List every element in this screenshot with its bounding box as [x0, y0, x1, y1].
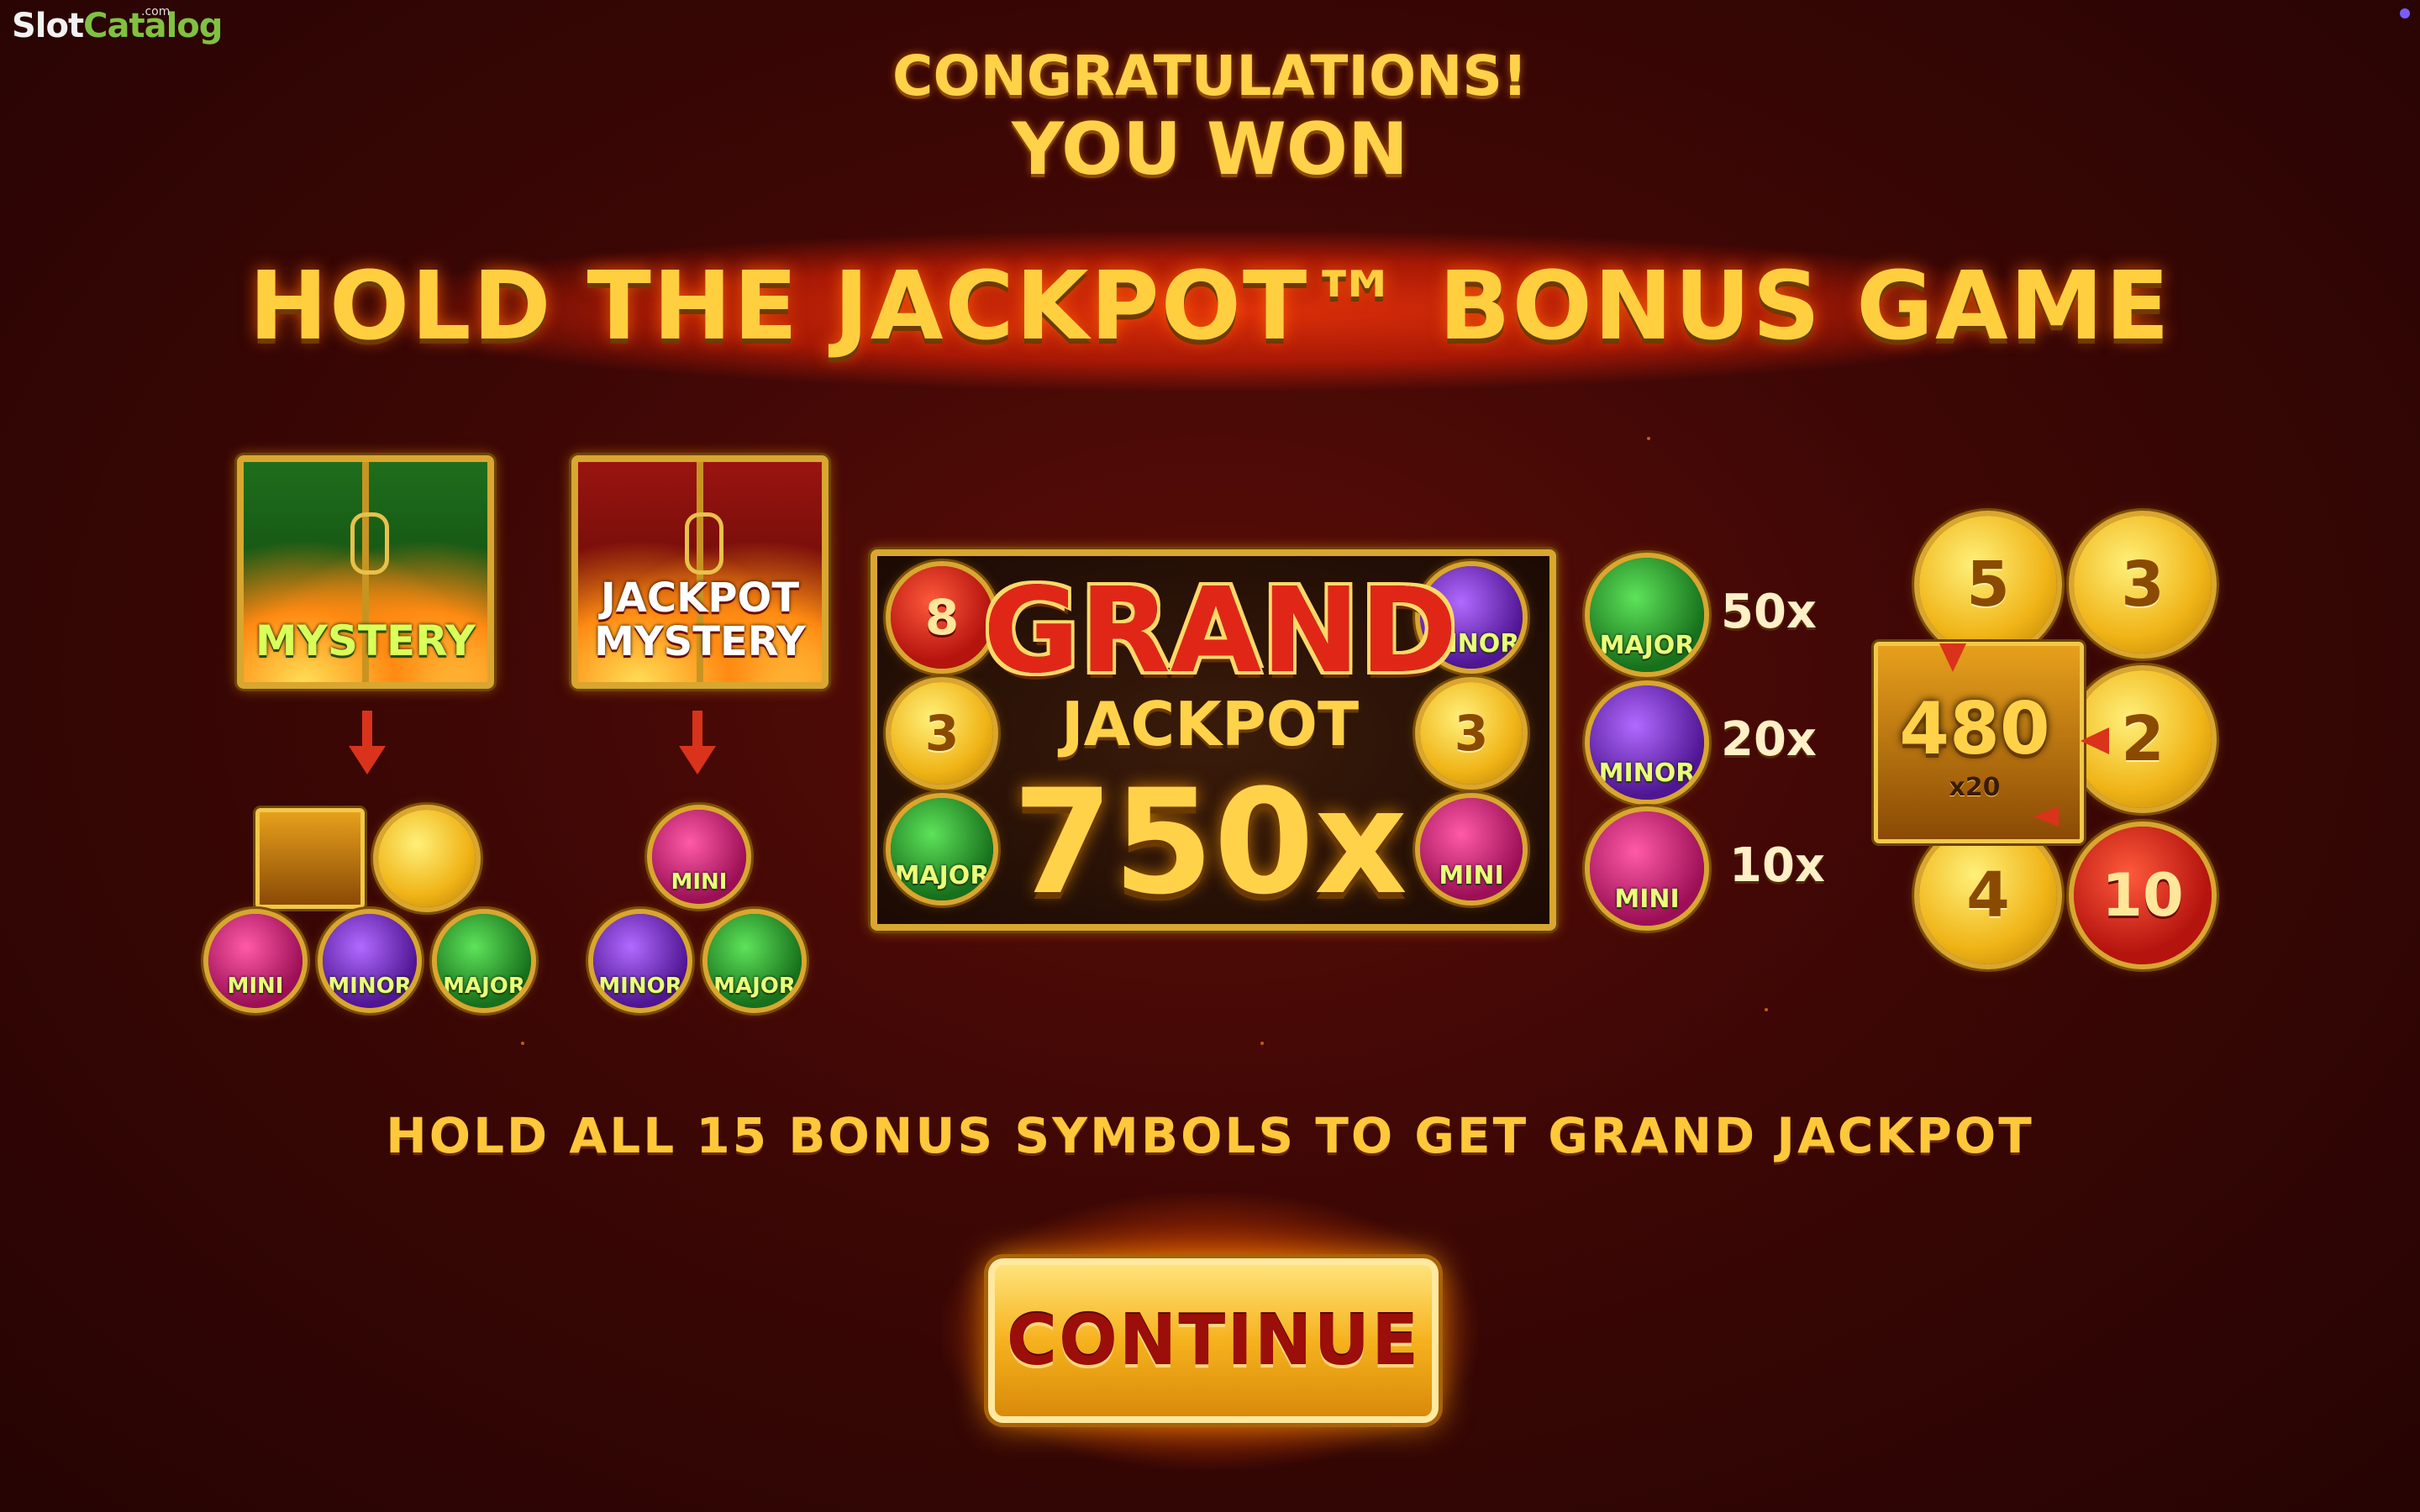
coin-label: MINI	[1614, 885, 1680, 915]
coin-label: MINI	[227, 973, 284, 999]
ember-decoration	[521, 1042, 524, 1045]
jackpot-mystery-label-line2: MYSTERY	[594, 618, 806, 665]
brand-logo-part1: Slot	[12, 7, 84, 45]
mini-coin: MINI	[1590, 811, 1704, 926]
mini-multiplier: 10x	[1729, 838, 1826, 893]
coin-label: MINI	[671, 869, 728, 895]
coin-label: MINOR	[1598, 759, 1696, 789]
cash-infinity-coin: 8	[891, 566, 993, 669]
coin-label: MINOR	[598, 973, 682, 999]
arrow-down-icon	[362, 711, 372, 748]
coin-label: MAJOR	[1599, 631, 1695, 661]
gold-coin	[378, 810, 476, 907]
coin-label: MAJOR	[894, 860, 990, 890]
major-coin: MAJOR	[437, 914, 531, 1008]
mini-coin: MINI	[208, 914, 302, 1008]
mystery-symbol: MYSTERY	[237, 455, 494, 689]
cash-infinity-coin: 10	[2074, 827, 2212, 964]
bonus-game-title: HOLD THE JACKPOT™ BONUS GAME	[249, 252, 2171, 361]
gold-coin: 5	[1919, 516, 2057, 654]
minor-coin: MINOR	[593, 914, 687, 1008]
ember-decoration	[1647, 437, 1650, 440]
minor-coin: MINOR	[1590, 685, 1704, 800]
arrow-icon	[1939, 643, 1966, 685]
major-multiplier: 50x	[1721, 585, 1818, 639]
mystery-label: MYSTERY	[255, 617, 476, 665]
major-coin: MAJOR	[708, 914, 802, 1008]
collect-total: 480	[1899, 687, 2050, 771]
coin-label: MAJOR	[713, 973, 796, 999]
arrow-down-icon	[349, 746, 386, 774]
continue-button-label: CONTINUE	[1006, 1300, 1421, 1381]
arrow-left-icon	[2033, 806, 2059, 827]
ember-decoration	[1765, 1008, 1768, 1011]
status-dot-icon	[2400, 8, 2410, 18]
major-coin: MAJOR	[891, 798, 993, 900]
jackpot-mystery-label-line1: JACKPOT	[600, 575, 800, 622]
brand-logo: SlotCatalog	[12, 7, 223, 45]
lock-icon	[350, 512, 389, 575]
collect-multiplier: x20	[1949, 773, 2001, 802]
treasure-chest-icon	[255, 808, 365, 909]
jackpot-mystery-symbol: JACKPOT MYSTERY	[571, 455, 829, 689]
major-coin: MAJOR	[1590, 558, 1704, 672]
congratulations-title: CONGRATULATIONS!	[892, 44, 1528, 108]
coin-label: MAJOR	[443, 973, 525, 999]
minor-multiplier: 20x	[1721, 712, 1818, 767]
gold-coin: 3	[2074, 516, 2212, 654]
lock-icon	[685, 512, 723, 575]
grand-jackpot-instruction: HOLD ALL 15 BONUS SYMBOLS TO GET GRAND J…	[386, 1107, 2034, 1164]
arrow-down-icon	[692, 711, 702, 748]
arrow-left-icon	[2081, 727, 2109, 754]
coin-label: MINOR	[328, 973, 412, 999]
arrow-down-icon	[679, 746, 716, 774]
gold-coin: 4	[1919, 827, 2057, 964]
gold-coin: 3	[891, 682, 993, 785]
minor-coin: MINOR	[323, 914, 417, 1008]
grand-title: GRAND	[983, 563, 1458, 700]
mini-coin: MINI	[652, 810, 746, 904]
brand-suffix: .com	[141, 5, 171, 18]
continue-button[interactable]: CONTINUE	[988, 1258, 1439, 1423]
grand-multiplier: 750x	[1013, 758, 1407, 927]
grand-jackpot-label: JACKPOT	[1060, 689, 1360, 759]
ember-decoration	[1260, 1042, 1264, 1045]
you-won-title: YOU WON	[1011, 108, 1409, 192]
